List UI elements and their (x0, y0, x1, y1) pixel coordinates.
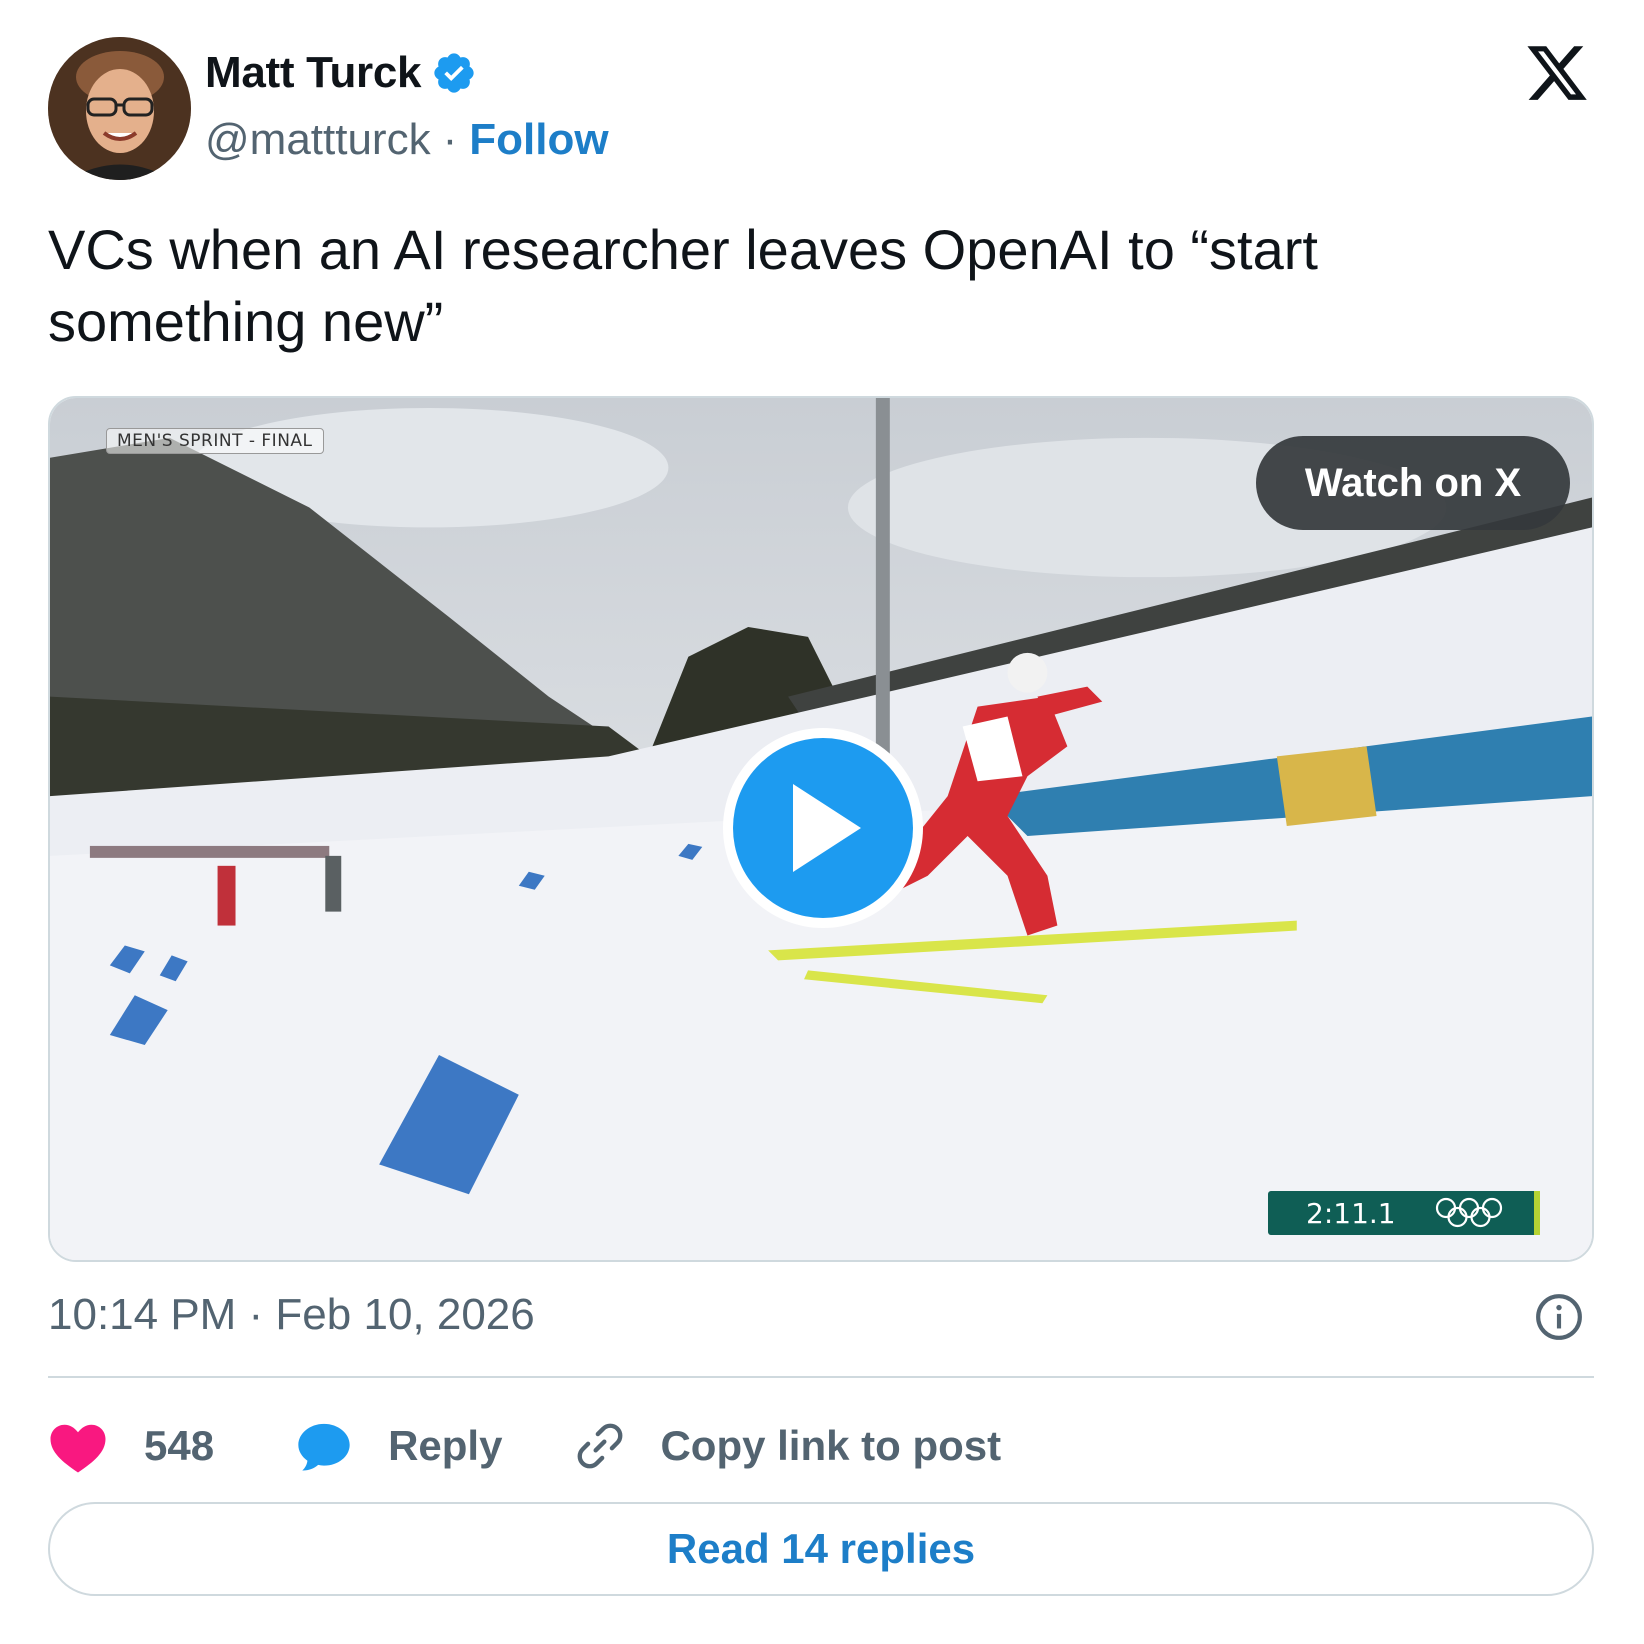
copy-link-label: Copy link to post (660, 1422, 1002, 1469)
play-button-circle (733, 738, 913, 918)
speech-bubble-icon (298, 1423, 350, 1471)
race-timer: 2:11.1 (1268, 1191, 1540, 1235)
action-bar: 548 Reply Copy link to post (48, 1410, 1001, 1482)
video-player[interactable]: MEN'S SPRINT - FINAL Watch on X 2:11.1 (48, 396, 1594, 1262)
broadcast-label: MEN'S SPRINT - FINAL (106, 428, 324, 454)
author-handle-row: @mattturck · Follow (205, 115, 609, 165)
olympic-rings-icon (1435, 1197, 1502, 1228)
heart-icon (50, 1424, 106, 1473)
author-name-row: Matt Turck (205, 48, 477, 98)
avatar[interactable] (48, 37, 191, 180)
timer-accent-bar (1534, 1191, 1540, 1235)
copy-link-button[interactable]: Copy link to post (574, 1420, 1001, 1472)
tweet-text: VCs when an AI researcher leaves OpenAI … (48, 218, 1318, 353)
tweet-embed-card: Matt Turck @mattturck · Follow VCs when … (0, 0, 1644, 1644)
follow-button[interactable]: Follow (469, 115, 608, 165)
author-handle[interactable]: @mattturck (205, 115, 431, 165)
like-button[interactable]: 548 (48, 1418, 214, 1474)
play-button[interactable] (723, 728, 923, 928)
x-logo-icon[interactable] (1522, 40, 1592, 106)
verified-badge-icon (434, 53, 474, 93)
reply-button[interactable]: Reply (296, 1420, 502, 1472)
play-icon (793, 784, 861, 872)
avatar-photo (48, 37, 191, 180)
divider (48, 1376, 1594, 1378)
read-replies-button[interactable]: Read 14 replies (48, 1502, 1594, 1596)
link-icon (578, 1423, 623, 1469)
like-count: 548 (144, 1422, 215, 1469)
race-timer-value: 2:11.1 (1306, 1196, 1396, 1230)
watch-on-x-button[interactable]: Watch on X (1256, 436, 1570, 530)
tweet-timestamp[interactable]: 10:14 PM · Feb 10, 2026 (48, 1290, 535, 1340)
separator: · (442, 115, 458, 164)
reply-label: Reply (388, 1422, 503, 1469)
author-name[interactable]: Matt Turck (205, 48, 422, 98)
info-icon[interactable] (1534, 1292, 1584, 1342)
